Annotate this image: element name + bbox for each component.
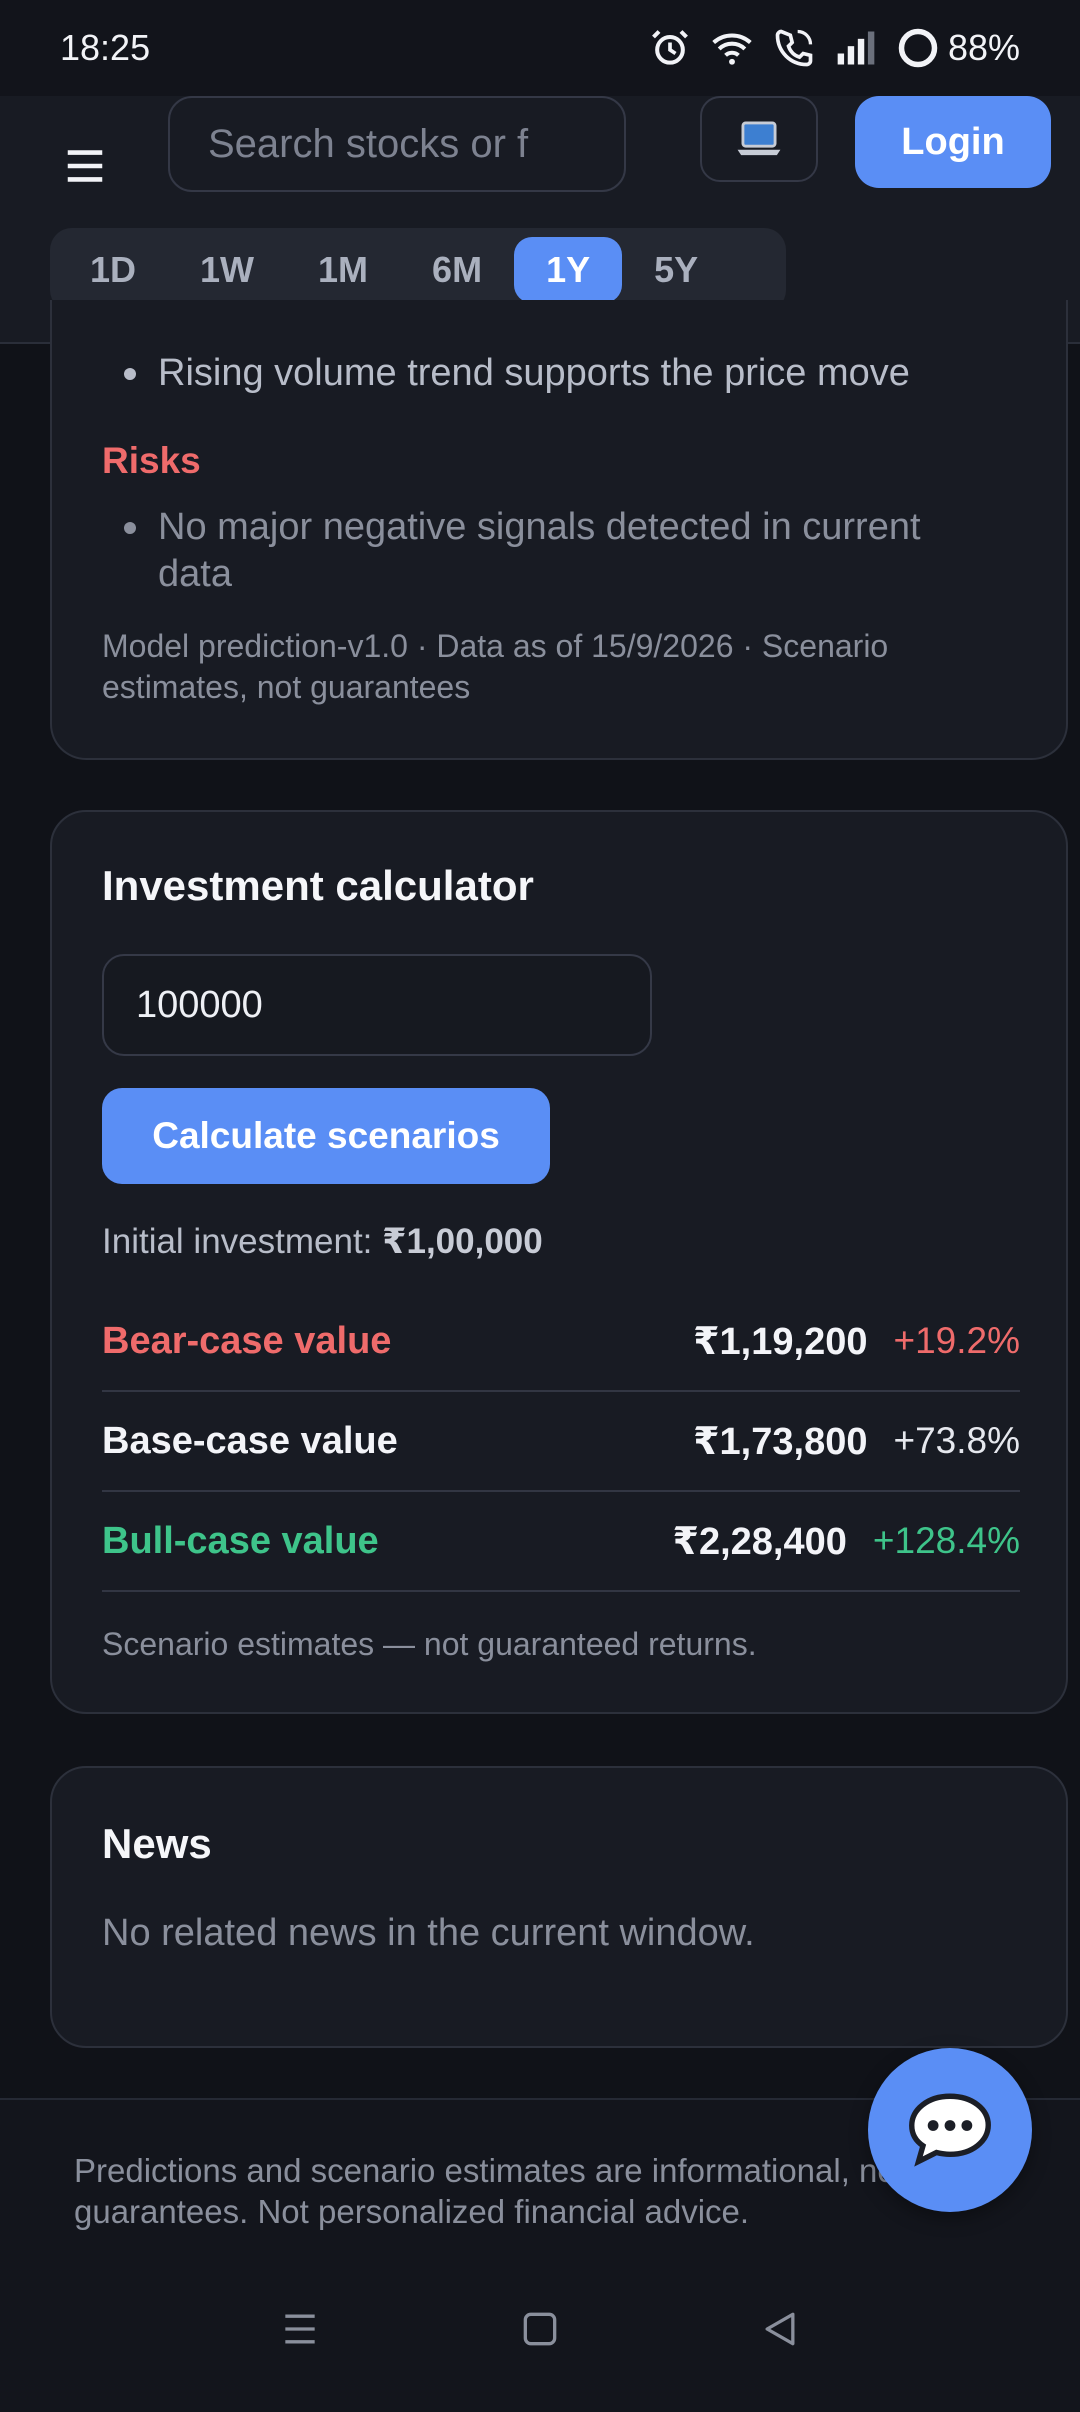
status-icons: 88% xyxy=(648,26,1020,70)
tab-1y[interactable]: 1Y xyxy=(514,237,623,303)
tab-6m[interactable]: 6M xyxy=(400,237,514,303)
list-item: Rising volume trend supports the price m… xyxy=(124,350,1004,397)
list-item: No major negative signals detected in cu… xyxy=(124,504,1004,598)
bear-case-label: Bear-case value xyxy=(102,1319,392,1362)
theme-toggle-button[interactable] xyxy=(700,96,818,182)
wifi-call-icon xyxy=(772,26,816,70)
search-input[interactable] xyxy=(168,96,626,192)
chat-bubble-icon xyxy=(909,2093,991,2167)
base-case-row: Base-case value ₹1,73,800 +73.8% xyxy=(102,1392,1020,1492)
battery-percent: 88% xyxy=(947,27,1020,68)
initial-investment-value: ₹1,00,000 xyxy=(382,1222,543,1261)
bear-case-row: Bear-case value ₹1,19,200 +19.2% xyxy=(102,1292,1020,1392)
analysis-card: Rising volume trend supports the price m… xyxy=(50,300,1068,760)
bull-case-pct: +128.4% xyxy=(872,1520,1020,1561)
risk-bullet-text: No major negative signals detected in cu… xyxy=(158,506,921,595)
laptop-icon xyxy=(737,121,781,156)
login-button[interactable]: Login xyxy=(855,96,1051,188)
signal-icon xyxy=(834,26,878,70)
calculator-title: Investment calculator xyxy=(102,862,534,909)
model-note: Model prediction-v1.0 · Data as of 15/9/… xyxy=(102,628,889,705)
risks-heading: Risks xyxy=(102,440,201,481)
alarm-icon xyxy=(648,26,692,70)
tab-1w[interactable]: 1W xyxy=(168,237,286,303)
recents-icon xyxy=(285,2314,315,2343)
calculate-scenarios-button[interactable]: Calculate scenarios xyxy=(102,1088,550,1184)
support-bullet-text: Rising volume trend supports the price m… xyxy=(158,352,910,394)
news-title: News xyxy=(102,1820,212,1867)
bullet-dot xyxy=(124,522,136,534)
battery-status: 88% xyxy=(896,26,1020,70)
base-case-value: ₹1,73,800 xyxy=(693,1420,868,1463)
footer-disclaimer: Predictions and scenario estimates are i… xyxy=(74,2152,905,2230)
home-square-icon xyxy=(523,2312,557,2345)
bull-case-row: Bull-case value ₹2,28,400 +128.4% xyxy=(102,1492,1020,1592)
investment-calculator-card: Investment calculator Calculate scenario… xyxy=(50,810,1068,1714)
bullet-dot xyxy=(124,368,136,380)
bull-case-label: Bull-case value xyxy=(102,1519,379,1562)
scenario-disclaimer: Scenario estimates — not guaranteed retu… xyxy=(102,1626,757,1662)
news-empty-state: No related news in the current window. xyxy=(102,1912,755,1954)
battery-ring-icon xyxy=(896,26,940,70)
menu-button[interactable] xyxy=(62,116,118,216)
back-button[interactable] xyxy=(758,2307,802,2356)
bear-case-pct: +19.2% xyxy=(893,1320,1020,1361)
base-case-pct: +73.8% xyxy=(893,1420,1020,1461)
news-card: News No related news in the current wind… xyxy=(50,1766,1068,2048)
investment-amount-input[interactable] xyxy=(102,954,652,1056)
base-case-label: Base-case value xyxy=(102,1419,398,1462)
initial-investment: Initial investment: ₹1,00,000 xyxy=(102,1222,543,1262)
hamburger-icon xyxy=(67,150,103,182)
chat-button[interactable] xyxy=(868,2048,1032,2212)
tab-5y[interactable]: 5Y xyxy=(622,237,730,303)
tab-1d[interactable]: 1D xyxy=(58,237,168,303)
recent-apps-button[interactable] xyxy=(278,2307,322,2356)
bear-case-value: ₹1,19,200 xyxy=(693,1320,868,1363)
status-bar: 18:25 88% xyxy=(0,0,1080,96)
status-time: 18:25 xyxy=(60,27,151,68)
initial-investment-label: Initial investment: xyxy=(102,1222,373,1261)
tab-1m[interactable]: 1M xyxy=(286,237,400,303)
bull-case-value: ₹2,28,400 xyxy=(672,1520,847,1563)
home-button[interactable] xyxy=(518,2307,562,2356)
wifi-icon xyxy=(710,26,754,70)
back-triangle-icon xyxy=(765,2312,795,2345)
system-nav-bar xyxy=(0,2250,1080,2412)
app-screen: 18:25 88% Search stocks or f Login 1D 1W… xyxy=(0,0,1080,2412)
